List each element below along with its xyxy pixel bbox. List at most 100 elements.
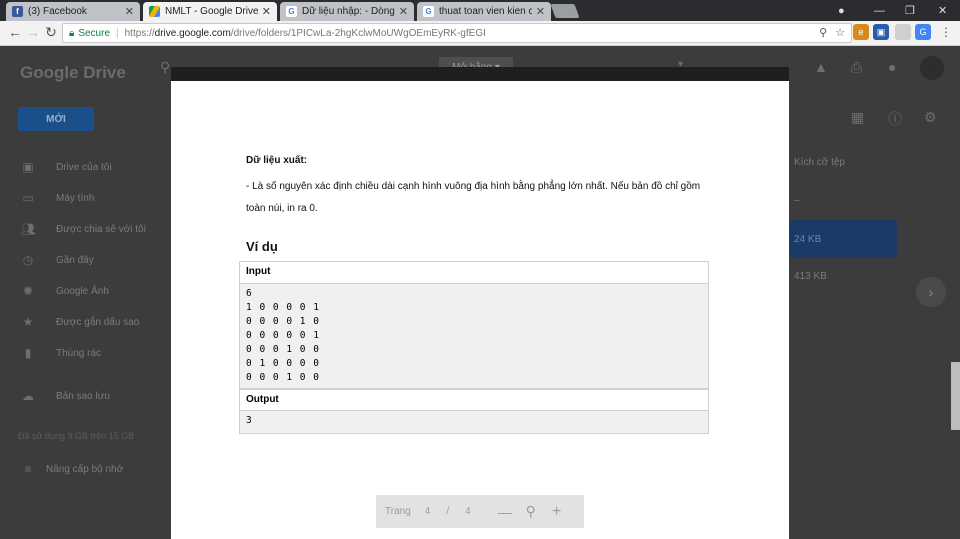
sidebar-item-label: Được gắn dấu sao bbox=[56, 316, 140, 328]
input-line: 0 0 0 0 1 0 bbox=[246, 316, 320, 327]
page-label: Trang bbox=[385, 506, 411, 517]
column-header-size[interactable]: Kích cỡ tệp bbox=[794, 157, 845, 168]
tab-facebook[interactable]: f (3) Facebook ✕ bbox=[6, 2, 140, 21]
restore-button[interactable]: ❐ bbox=[905, 0, 915, 21]
search-icon[interactable]: ⚲ bbox=[160, 59, 170, 76]
output-value: 3 bbox=[246, 415, 253, 426]
extension-icon[interactable]: e bbox=[853, 24, 869, 40]
example-table: Input 6 1 0 0 0 0 1 0 0 0 0 1 0 0 0 0 0 … bbox=[239, 261, 709, 434]
tab-thuat-toan[interactable]: G thuat toan vien kien cuộc ✕ bbox=[417, 2, 551, 21]
browser-toolbar: ← → ↻ 🔒︎ Secure | https://drive.google.c… bbox=[0, 21, 960, 46]
google-drive-icon bbox=[149, 6, 160, 17]
facebook-icon: f bbox=[12, 6, 23, 17]
reload-icon[interactable]: ↻ bbox=[42, 24, 60, 41]
tab-du-lieu-nhap[interactable]: G Dữ liệu nhập: - Dòng thư ✕ bbox=[280, 2, 414, 21]
output-description-cont: toàn núi, in ra 0. bbox=[246, 203, 318, 214]
minimize-button[interactable]: — bbox=[874, 0, 885, 21]
zoom-icon[interactable]: ⚲ bbox=[819, 26, 827, 39]
close-icon[interactable]: ✕ bbox=[399, 5, 408, 18]
sidebar-item-label: Thùng rác bbox=[56, 347, 102, 359]
input-line: 0 1 0 0 0 0 bbox=[246, 358, 320, 369]
new-button[interactable]: MỚI bbox=[18, 107, 94, 131]
page-separator: / bbox=[446, 506, 450, 517]
cloud-icon: ☁ bbox=[22, 389, 34, 403]
storage-usage: Đã sử dụng 9 GB trên 15 GB bbox=[18, 431, 135, 441]
current-page[interactable]: 4 bbox=[425, 506, 431, 517]
output-description: - Là số nguyên xác định chiều dài cạnh h… bbox=[246, 181, 701, 192]
bookmark-star-icon[interactable]: ☆ bbox=[835, 26, 845, 39]
output-heading: Dữ liệu xuất: bbox=[246, 155, 308, 166]
input-line: 0 0 0 0 0 1 bbox=[246, 330, 320, 341]
google-icon: G bbox=[286, 6, 297, 17]
grid-view-icon[interactable]: ▦ bbox=[851, 109, 864, 126]
tab-strip: f (3) Facebook ✕ NMLT - Google Drive ✕ G… bbox=[0, 0, 960, 21]
file-size: – bbox=[794, 195, 800, 206]
drive-logo: Google Drive bbox=[20, 63, 126, 82]
address-separator: | bbox=[116, 27, 119, 39]
photos-icon: ✺ bbox=[22, 284, 34, 298]
zoom-icon[interactable]: ⚲ bbox=[526, 503, 536, 520]
total-pages: 4 bbox=[465, 506, 471, 517]
clock-icon: ◷ bbox=[22, 253, 34, 267]
input-block: 6 1 0 0 0 0 1 0 0 0 0 1 0 0 0 0 0 0 1 0 … bbox=[240, 284, 708, 389]
lock-icon: 🔒︎ bbox=[69, 27, 75, 39]
tab-title: thuat toan vien kien cuộc bbox=[439, 6, 532, 17]
sidebar-item-label: Bản sao lưu bbox=[56, 390, 110, 402]
star-icon: ★ bbox=[22, 315, 34, 329]
avatar[interactable] bbox=[920, 56, 944, 80]
trash-icon: ▮ bbox=[24, 346, 32, 360]
profile-icon[interactable]: ● bbox=[838, 0, 845, 21]
tab-title: (3) Facebook bbox=[28, 6, 87, 17]
scrollbar[interactable] bbox=[951, 362, 960, 430]
file-size: 413 KB bbox=[794, 271, 827, 282]
url-host: drive.google.com bbox=[154, 27, 231, 39]
viewer-top-bar bbox=[171, 67, 789, 81]
url-path: /drive/folders/1PICwLa-2hgKclwMoUWgOEmEy… bbox=[230, 27, 486, 39]
output-label: Output bbox=[240, 389, 708, 411]
settings-gear-icon[interactable]: ⚙ bbox=[924, 109, 937, 126]
input-label: Input bbox=[240, 262, 708, 284]
input-line: 0 0 0 1 0 0 bbox=[246, 372, 320, 383]
translate-icon[interactable]: G bbox=[915, 24, 931, 40]
address-bar[interactable]: 🔒︎ Secure | https://drive.google.com/dri… bbox=[62, 23, 852, 43]
document-page: Dữ liệu xuất: - Là số nguyên xác định ch… bbox=[171, 81, 789, 539]
zoom-in-icon[interactable]: + bbox=[552, 503, 561, 521]
sidebar-item-label: Gần đây bbox=[56, 254, 94, 266]
url-scheme: https:// bbox=[124, 27, 155, 39]
menu-icon[interactable]: ⋮ bbox=[938, 24, 954, 40]
extension-icon[interactable]: ▣ bbox=[873, 24, 889, 40]
close-icon[interactable]: ✕ bbox=[262, 5, 271, 18]
example-heading: Ví dụ bbox=[246, 239, 278, 254]
page-controls: Trang 4 / 4 — ⚲ + bbox=[376, 495, 584, 528]
secure-label: Secure bbox=[78, 27, 111, 39]
input-line: 0 0 0 1 0 0 bbox=[246, 344, 320, 355]
tab-title: Dữ liệu nhập: - Dòng thư bbox=[302, 6, 395, 17]
file-size: 24 KB bbox=[794, 234, 822, 245]
url-text: https://drive.google.com/drive/folders/1… bbox=[125, 28, 486, 39]
next-file-button[interactable]: › bbox=[916, 277, 946, 307]
drive-icon: ▣ bbox=[22, 160, 34, 174]
drive-add-icon[interactable]: ▲ bbox=[814, 59, 828, 75]
sidebar-item-label: Nâng cấp bộ nhớ bbox=[46, 463, 124, 475]
close-icon[interactable]: ✕ bbox=[536, 5, 545, 18]
back-arrow-icon[interactable]: ← bbox=[6, 24, 24, 40]
zoom-out-icon[interactable]: — bbox=[498, 504, 512, 520]
google-icon: G bbox=[423, 6, 434, 17]
shield-icon[interactable] bbox=[895, 24, 911, 40]
tab-title: NMLT - Google Drive bbox=[165, 6, 258, 17]
close-window-button[interactable]: ✕ bbox=[938, 0, 947, 21]
info-icon[interactable]: ⓘ bbox=[888, 109, 902, 129]
input-line: 1 0 0 0 0 1 bbox=[246, 302, 320, 313]
tab-google-drive[interactable]: NMLT - Google Drive ✕ bbox=[143, 2, 277, 21]
sidebar-item-label: Drive của tôi bbox=[56, 161, 112, 173]
print-icon[interactable]: ⎙ bbox=[851, 59, 862, 76]
input-line: 6 bbox=[246, 288, 253, 299]
download-icon[interactable]: ● bbox=[888, 59, 896, 75]
forward-arrow-icon[interactable]: → bbox=[24, 24, 42, 40]
close-icon[interactable]: ✕ bbox=[125, 5, 134, 18]
sidebar-item-label: Google Ảnh bbox=[56, 285, 109, 297]
sidebar-item-label: Được chia sẻ với tôi bbox=[56, 223, 146, 235]
new-tab-button[interactable] bbox=[550, 4, 580, 18]
sidebar-item-label: Máy tính bbox=[56, 192, 95, 204]
computer-icon: ▭ bbox=[22, 191, 34, 205]
